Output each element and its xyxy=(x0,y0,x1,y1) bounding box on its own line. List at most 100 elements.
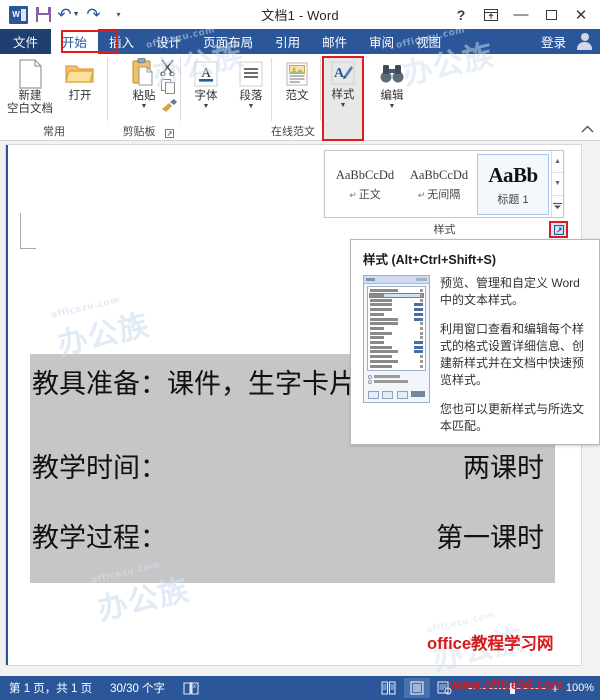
styles-icon: A xyxy=(330,56,356,89)
document-line-2[interactable]: 教学时间： 两课时 xyxy=(32,441,552,489)
word-count[interactable]: 30/30 个字 xyxy=(101,680,174,696)
page-indicator[interactable]: 第 1 页，共 1 页 xyxy=(0,680,101,696)
title-bar: W ↶ ▼ ↷ ▾ 文档1 - Word ? — ✕ xyxy=(0,0,600,29)
editing-dropdown-caret-icon[interactable]: ▼ xyxy=(389,103,396,111)
binoculars-icon xyxy=(379,57,405,90)
zoom-slider-thumb[interactable] xyxy=(510,682,516,694)
document-line-3-right: 第一课时 xyxy=(436,522,544,553)
document-line-3-left: 教学过程： xyxy=(32,522,167,553)
ribbon-display-options-icon[interactable] xyxy=(476,1,506,28)
read-mode-view-button[interactable] xyxy=(376,678,402,698)
ribbon-group-common: 新建 空白文档 打开 常用 xyxy=(0,54,108,141)
ribbon-tab-strip: 文件 开始 插入 设计 页面布局 引用 邮件 审阅 视图 登录 xyxy=(0,29,600,54)
styles-gallery-scroll-buttons: ▲ ▼ xyxy=(551,151,563,217)
paragraph-label: 段落 xyxy=(239,90,263,102)
style-item-no-spacing[interactable]: AaBbCcDd ↵ 无间隔 xyxy=(403,154,475,215)
sign-in-link[interactable]: 登录 xyxy=(541,29,566,54)
paragraph-button[interactable]: 段落 ▼ xyxy=(227,57,275,119)
paragraph-icon xyxy=(238,57,264,90)
restore-icon[interactable] xyxy=(536,1,566,28)
style-name-heading-1: 标题 1 xyxy=(497,193,529,206)
status-bar-right: − + 100% xyxy=(376,678,600,698)
tab-insert[interactable]: 插入 xyxy=(98,29,145,54)
styles-tooltip: 样式 (Alt+Ctrl+Shift+S) 预览、管理和自定义 Word 中的文… xyxy=(350,239,600,445)
style-sample-no-spacing: AaBbCcDd xyxy=(409,167,469,182)
tab-mailings[interactable]: 邮件 xyxy=(311,29,358,54)
window-controls: ? — ✕ xyxy=(446,0,596,29)
zoom-in-button[interactable]: + xyxy=(551,681,559,696)
web-layout-view-button[interactable] xyxy=(432,678,458,698)
collapse-ribbon-icon[interactable] xyxy=(581,125,594,137)
ribbon: 新建 空白文档 打开 常用 粘贴 ▼ 剪贴板 A 字体 ▼ 段落 ▼ 范文 在线… xyxy=(0,54,600,141)
tab-page-layout[interactable]: 页面布局 xyxy=(192,29,264,54)
status-bar: 第 1 页，共 1 页 30/30 个字 x − + 100% xyxy=(0,676,600,700)
styles-scroll-up-icon[interactable]: ▲ xyxy=(552,151,563,174)
tooltip-paragraph-1: 预览、管理和自定义 Word 中的文本样式。 xyxy=(440,276,580,307)
tab-design[interactable]: 设计 xyxy=(145,29,192,54)
copy-icon[interactable] xyxy=(161,79,177,100)
new-blank-document-button[interactable]: 新建 空白文档 xyxy=(6,57,54,119)
font-dropdown-caret-icon[interactable]: ▼ xyxy=(203,103,210,111)
pilcrow-icon: ↵ xyxy=(417,189,426,200)
tab-review[interactable]: 审阅 xyxy=(358,29,405,54)
open-button[interactable]: 打开 xyxy=(56,57,104,119)
style-name-normal: ↵ 正文 xyxy=(349,188,381,201)
ribbon-group-common-label: 常用 xyxy=(43,126,65,138)
font-button[interactable]: A 字体 ▼ xyxy=(182,57,230,119)
styles-group-label: 样式 xyxy=(433,223,456,236)
style-item-normal[interactable]: AaBbCcDd ↵ 正文 xyxy=(329,154,401,215)
tab-references[interactable]: 引用 xyxy=(264,29,311,54)
proofing-status-icon[interactable]: x xyxy=(174,681,208,695)
zoom-slider[interactable] xyxy=(480,682,547,694)
sample-document-icon xyxy=(284,57,310,90)
document-line-2-right: 两课时 xyxy=(463,452,544,483)
word-application-window: W ↶ ▼ ↷ ▾ 文档1 - Word ? — ✕ 文件 开始 插入 设计 页… xyxy=(0,0,600,700)
ribbon-group-font-paragraph: A 字体 ▼ 段落 ▼ xyxy=(182,54,272,141)
cut-button[interactable] xyxy=(159,59,176,81)
paste-label: 粘贴 xyxy=(132,90,156,102)
document-line-2-left: 教学时间： xyxy=(32,452,167,483)
styles-more-icon[interactable] xyxy=(552,196,563,217)
font-icon: A xyxy=(193,57,219,90)
paste-dropdown-caret-icon[interactable]: ▼ xyxy=(141,103,148,111)
style-item-heading-1[interactable]: AaBb 标题 1 xyxy=(477,154,549,215)
dialog-launcher-icon xyxy=(553,224,564,235)
zoom-percentage[interactable]: 100% xyxy=(564,682,594,694)
editing-button[interactable]: 编辑 ▼ xyxy=(368,57,416,119)
tab-view[interactable]: 视图 xyxy=(405,29,452,54)
print-layout-view-button[interactable] xyxy=(403,678,430,698)
clipboard-dialog-launcher[interactable] xyxy=(164,128,175,139)
styles-dialog-launcher[interactable] xyxy=(549,221,568,238)
tab-file[interactable]: 文件 xyxy=(0,29,52,54)
styles-button[interactable]: A 样式 ▼ xyxy=(322,56,364,141)
new-document-icon xyxy=(18,57,43,90)
sample-text-button[interactable]: 范文 xyxy=(273,57,321,119)
open-folder-icon xyxy=(65,57,95,90)
styles-scroll-down-icon[interactable]: ▼ xyxy=(552,173,563,196)
tab-home[interactable]: 开始 xyxy=(51,29,99,54)
tooltip-paragraph-2: 利用窗口查看和编辑每个样式的格式设置详细信息、创建新样式并在文档中快速预览样式。 xyxy=(440,322,585,387)
editing-label: 编辑 xyxy=(380,90,404,102)
document-line-3[interactable]: 教学过程： 第一课时 xyxy=(32,511,552,559)
tooltip-title: 样式 (Alt+Ctrl+Shift+S) xyxy=(363,253,496,267)
styles-dropdown-caret-icon[interactable]: ▼ xyxy=(340,102,347,110)
paste-icon xyxy=(130,57,158,90)
zoom-control[interactable]: − + 100% xyxy=(460,681,594,696)
paragraph-dropdown-caret-icon[interactable]: ▼ xyxy=(248,103,255,111)
help-icon[interactable]: ? xyxy=(446,1,476,28)
format-painter-icon[interactable] xyxy=(161,98,178,118)
avatar[interactable] xyxy=(575,32,594,51)
document-line-1-left: 教具准备：课件，生字卡片 xyxy=(32,368,356,399)
ribbon-group-online-samples: 范文 在线范文 xyxy=(271,54,321,141)
style-sample-normal: AaBbCcDd xyxy=(335,167,395,182)
close-icon[interactable]: ✕ xyxy=(566,1,596,28)
minimize-icon[interactable]: — xyxy=(506,1,536,28)
sample-text-label: 范文 xyxy=(285,90,309,102)
svg-text:A: A xyxy=(201,66,212,81)
tooltip-description: 预览、管理和自定义 Word 中的文本样式。 利用窗口查看和编辑每个样式的格式设… xyxy=(440,275,589,435)
styles-label: 样式 xyxy=(331,89,355,101)
ribbon-group-styles-editing: A 样式 ▼ 编辑 ▼ xyxy=(322,54,412,141)
zoom-out-button[interactable]: − xyxy=(468,681,476,696)
open-label: 打开 xyxy=(68,90,92,102)
font-label: 字体 xyxy=(194,90,218,102)
